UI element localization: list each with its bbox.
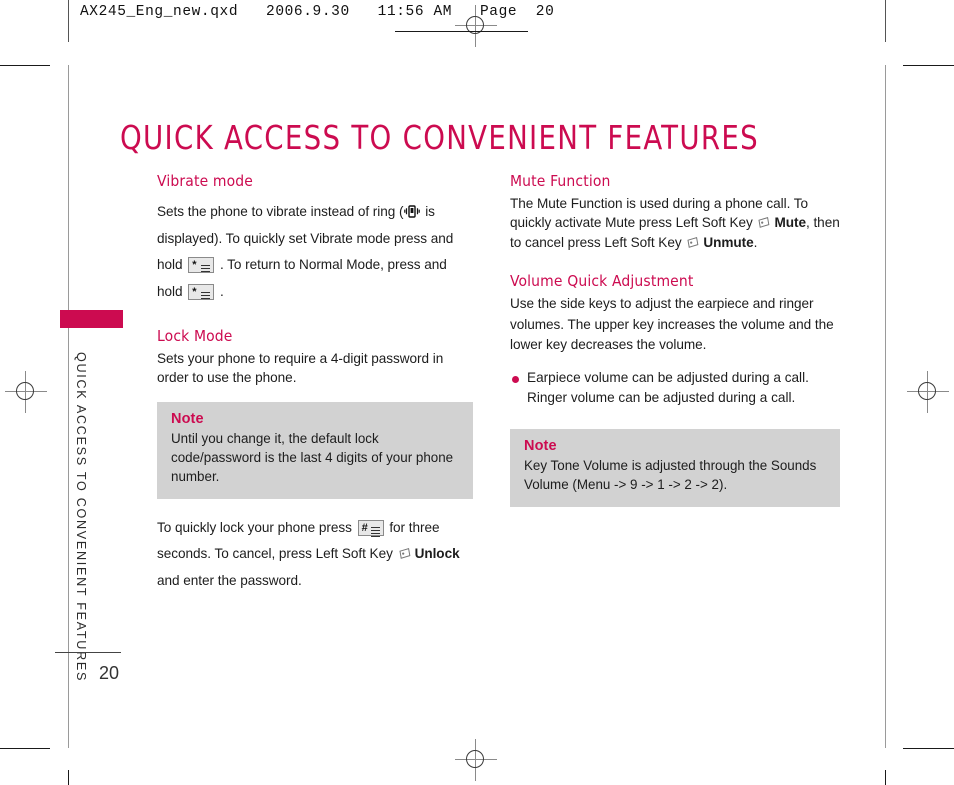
paragraph-volume: Use the side keys to adjust the earpiece… xyxy=(510,295,834,353)
crop-mark-bottom-left xyxy=(0,748,50,749)
star-key-icon: * xyxy=(188,257,215,273)
sidebar-divider xyxy=(55,652,121,653)
page-edge-left xyxy=(68,65,69,748)
paragraph-mute-function: The Mute Function is used during a phone… xyxy=(510,194,840,252)
paragraph-lock-mode: Sets your phone to require a 4-digit pas… xyxy=(157,351,444,386)
lock-instruction-1: To quickly lock your phone press xyxy=(157,519,356,535)
left-soft-key-icon-mute xyxy=(757,216,771,230)
vibrate-icon xyxy=(404,202,421,218)
bullet-dot-icon xyxy=(512,375,519,383)
page-title: QUICK ACCESS TO CONVENIENT FEATURES xyxy=(120,118,759,158)
heading-mute-function: Mute Function xyxy=(510,172,611,190)
page-number: 20 xyxy=(99,663,120,683)
paragraph-lock-instruction: To quickly lock your phone press # for t… xyxy=(157,515,473,595)
lock-softkey-label: Unlock xyxy=(414,546,460,562)
note-body-volume: Key Tone Volume is adjusted through the … xyxy=(524,457,817,493)
crop-tick-bottom-right xyxy=(885,770,886,785)
crop-mark-top-left xyxy=(0,65,50,66)
header-underline xyxy=(395,31,528,32)
left-soft-key-icon-unmute xyxy=(686,236,700,250)
registration-mark-right xyxy=(907,371,949,413)
bullet-item-volume: Earpiece volume can be adjusted during a… xyxy=(510,368,840,409)
paragraph-vibrate-mode: Sets the phone to vibrate instead of rin… xyxy=(157,199,473,305)
page-edge-right xyxy=(885,65,886,748)
heading-vibrate-mode: Vibrate mode xyxy=(157,172,254,190)
bullet-text-volume: Earpiece volume can be adjusted during a… xyxy=(527,369,809,406)
crop-tick-bottom-left xyxy=(68,770,69,785)
registration-mark-left xyxy=(5,371,47,413)
left-soft-key-icon xyxy=(398,544,412,560)
heading-volume-quick-adjustment: Volume Quick Adjustment xyxy=(510,271,694,290)
sidebar-running-head: QUICK ACCESS TO CONVENIENT FEATURES xyxy=(74,352,88,683)
page-frame-line-right xyxy=(885,0,886,42)
vibrate-text-1: Sets the phone to vibrate instead of rin… xyxy=(157,204,404,219)
registration-mark-bottom xyxy=(455,739,497,781)
page-frame-line-left xyxy=(68,0,69,42)
note-title-lock: Note xyxy=(171,410,204,427)
unmute-label: Unmute xyxy=(703,234,754,250)
section-tab-marker xyxy=(60,310,123,328)
star-key-icon-2: * xyxy=(188,283,215,300)
crop-mark-bottom-right xyxy=(903,748,954,749)
note-box-lock: Note Until you change it, the default lo… xyxy=(157,401,473,499)
hash-key-icon: # xyxy=(357,519,384,537)
note-body-lock: Until you change it, the default lock co… xyxy=(171,430,454,485)
left-column: Vibrate mode Sets the phone to vibrate i… xyxy=(157,172,473,600)
heading-lock-mode: Lock Mode xyxy=(157,327,233,345)
right-column: Mute Function The Mute Function is used … xyxy=(510,172,840,507)
lock-instruction-3: and enter the password. xyxy=(157,572,302,588)
vibrate-text-4: . xyxy=(216,283,224,299)
document-header-line: AX245_Eng_new.qxd 2006.9.30 11:56 AM Pag… xyxy=(80,4,555,20)
crop-mark-top-right xyxy=(903,65,954,66)
mute-label: Mute xyxy=(774,215,806,231)
note-title-volume: Note xyxy=(524,437,557,454)
note-box-volume: Note Key Tone Volume is adjusted through… xyxy=(510,428,840,507)
mute-text-3: . xyxy=(753,234,758,250)
